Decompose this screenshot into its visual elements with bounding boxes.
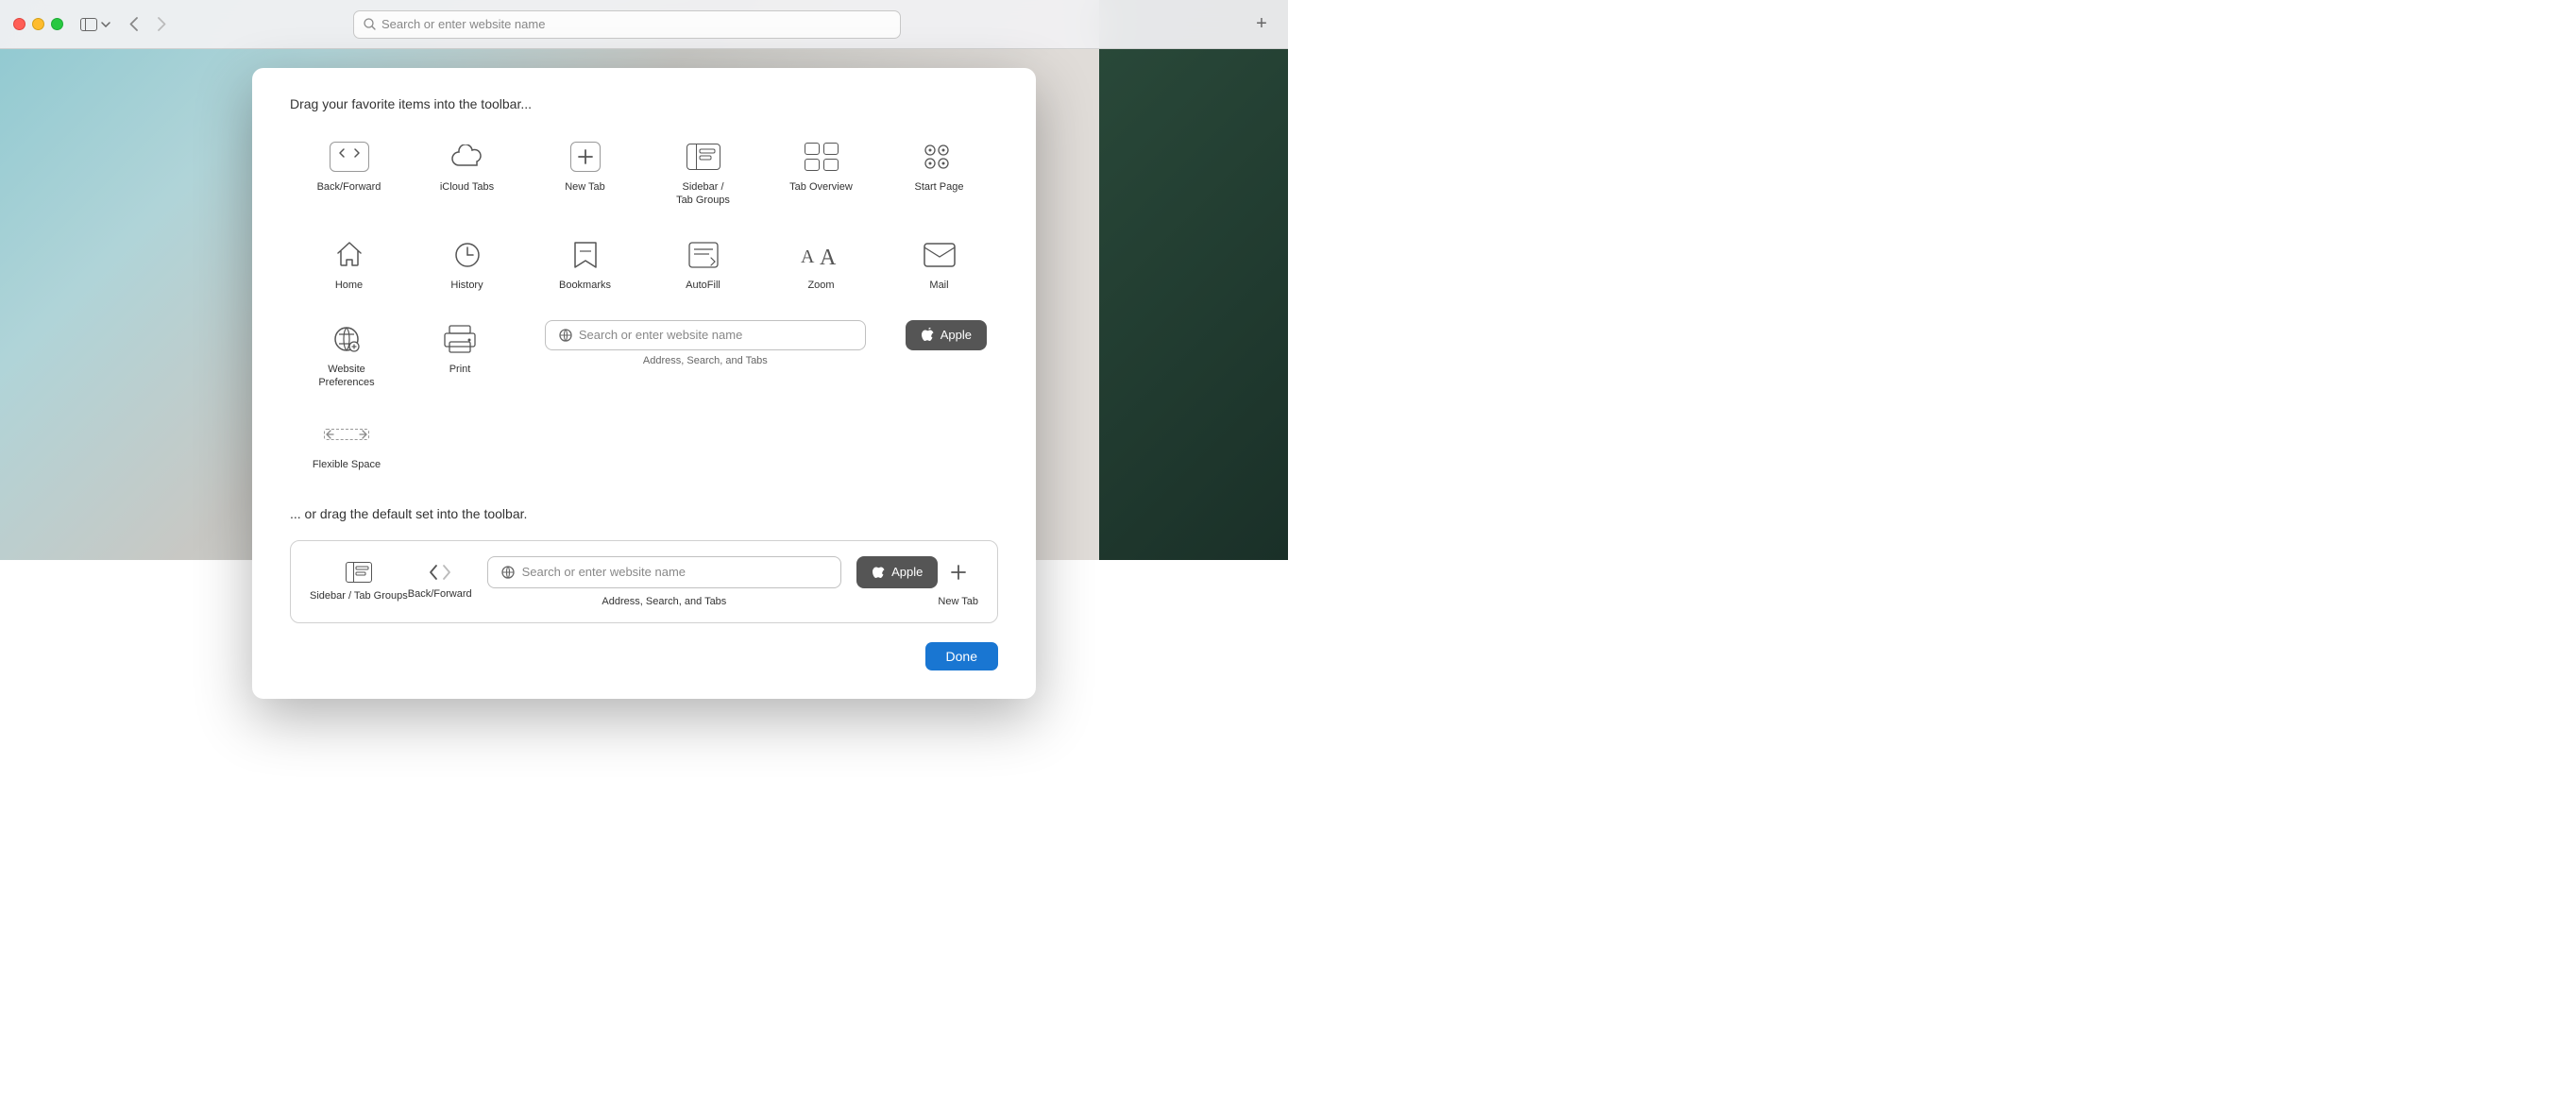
dialog-drag-title: Drag your favorite items into the toolba… bbox=[290, 96, 998, 111]
toolbar-item-icloud-tabs[interactable]: iCloud Tabs bbox=[411, 138, 524, 208]
icloud-icon bbox=[445, 138, 490, 176]
apple-button-item[interactable]: Apple bbox=[906, 320, 987, 350]
svg-text:A: A bbox=[820, 246, 837, 268]
address-bar-placeholder: Search or enter website name bbox=[381, 17, 545, 31]
done-button[interactable]: Done bbox=[925, 642, 998, 670]
toolbar-item-label: Sidebar / Tab Groups bbox=[676, 180, 730, 208]
bookmarks-icon bbox=[563, 236, 608, 274]
default-toolbar-preview: Sidebar / Tab Groups Back/Forward bbox=[290, 540, 998, 623]
toolbar-item-home[interactable]: Home bbox=[293, 236, 406, 292]
default-item-apple[interactable]: Apple Apple bbox=[856, 556, 938, 607]
default-item-label: Sidebar / Tab Groups bbox=[310, 590, 408, 602]
default-globe-icon bbox=[501, 566, 515, 579]
search-icon bbox=[364, 18, 376, 30]
titlebar: Search or enter website name + bbox=[0, 0, 1288, 49]
history-icon bbox=[445, 236, 490, 274]
tab-overview-icon bbox=[799, 138, 844, 176]
toolbar-item-autofill[interactable]: AutoFill bbox=[647, 236, 760, 292]
sidebar-toggle[interactable] bbox=[80, 18, 110, 31]
default-apple-btn[interactable]: Apple bbox=[856, 556, 938, 588]
toolbar-item-mail[interactable]: Mail bbox=[883, 236, 996, 292]
default-item-address[interactable]: Search or enter website name Address, Se… bbox=[487, 556, 842, 607]
toolbar-item-tab-overview[interactable]: Tab Overview bbox=[765, 138, 878, 208]
address-bar[interactable]: Search or enter website name bbox=[353, 10, 901, 39]
default-new-tab-icon bbox=[948, 556, 969, 588]
toolbar-item-label: Bookmarks bbox=[559, 279, 611, 292]
toolbar-item-label: Back/Forward bbox=[317, 180, 381, 194]
website-prefs-icon bbox=[324, 320, 369, 358]
default-item-back-forward[interactable]: Back/Forward bbox=[408, 564, 472, 600]
toolbar-item-start-page[interactable]: Start Page bbox=[883, 138, 996, 208]
default-apple-icon bbox=[872, 565, 885, 580]
toolbar-item-flexible-space[interactable]: Flexible Space bbox=[290, 416, 403, 471]
apple-button-label: Apple bbox=[941, 328, 972, 342]
search-pill-sublabel: Address, Search, and Tabs bbox=[643, 355, 768, 366]
default-item-label: New Tab bbox=[938, 596, 978, 607]
close-button[interactable] bbox=[13, 18, 25, 30]
default-sidebar-icon bbox=[346, 562, 372, 583]
toolbar-item-label: History bbox=[450, 279, 483, 292]
sidebar-icon bbox=[681, 138, 726, 176]
toolbar-item-label: Flexible Space bbox=[313, 458, 381, 471]
search-pill-text: Search or enter website name bbox=[579, 328, 742, 342]
toolbar-item-label: AutoFill bbox=[686, 279, 720, 292]
zoom-icon: A A bbox=[799, 236, 844, 274]
back-button[interactable] bbox=[120, 11, 146, 38]
toolbar-item-new-tab[interactable]: New Tab bbox=[529, 138, 642, 208]
done-row: Done bbox=[290, 642, 998, 670]
traffic-lights bbox=[13, 18, 63, 30]
apple-logo-icon bbox=[921, 328, 934, 343]
maximize-button[interactable] bbox=[51, 18, 63, 30]
default-item-sidebar[interactable]: Sidebar / Tab Groups bbox=[310, 562, 408, 602]
toolbar-item-website-prefs[interactable]: Website Preferences bbox=[290, 320, 403, 390]
toolbar-item-back-forward[interactable]: Back/Forward bbox=[293, 138, 406, 208]
home-icon bbox=[327, 236, 372, 274]
default-item-new-tab[interactable]: New Tab bbox=[938, 556, 978, 607]
toolbar-item-bookmarks[interactable]: Bookmarks bbox=[529, 236, 642, 292]
toolbar-item-label: New Tab bbox=[565, 180, 605, 194]
toolbar-item-label: Website Preferences bbox=[318, 363, 374, 390]
back-forward-icon bbox=[327, 138, 372, 176]
default-search-text: Search or enter website name bbox=[522, 565, 828, 579]
toolbar-item-label: Tab Overview bbox=[789, 180, 853, 194]
toolbar-item-label: Print bbox=[449, 363, 471, 376]
toolbar-item-history[interactable]: History bbox=[411, 236, 524, 292]
customize-toolbar-dialog: Drag your favorite items into the toolba… bbox=[252, 68, 1036, 699]
default-nav-icons bbox=[429, 564, 451, 581]
start-page-icon bbox=[917, 138, 962, 176]
default-item-label: Back/Forward bbox=[408, 588, 472, 600]
toolbar-item-sidebar[interactable]: Sidebar / Tab Groups bbox=[647, 138, 760, 208]
svg-text:A: A bbox=[801, 246, 815, 267]
dialog-default-title: ... or drag the default set into the too… bbox=[290, 506, 998, 521]
flexible-space-icon bbox=[324, 416, 369, 453]
address-search-pill[interactable]: Search or enter website name bbox=[545, 320, 866, 350]
globe-icon bbox=[559, 329, 572, 342]
toolbar-item-label: iCloud Tabs bbox=[440, 180, 494, 194]
new-tab-icon bbox=[563, 138, 608, 176]
toolbar-item-label: Home bbox=[335, 279, 363, 292]
toolbar-item-print[interactable]: Print bbox=[403, 320, 517, 376]
toolbar-item-label: Zoom bbox=[807, 279, 834, 292]
nav-buttons bbox=[120, 11, 175, 38]
toolbar-item-label: Start Page bbox=[915, 180, 964, 194]
autofill-icon bbox=[681, 236, 726, 274]
print-icon bbox=[437, 320, 483, 358]
default-apple-label: Apple bbox=[891, 565, 923, 579]
default-search-pill[interactable]: Search or enter website name bbox=[487, 556, 842, 588]
toolbar-item-label: Mail bbox=[929, 279, 948, 292]
mail-icon bbox=[917, 236, 962, 274]
default-item-label: Address, Search, and Tabs bbox=[602, 596, 726, 607]
minimize-button[interactable] bbox=[32, 18, 44, 30]
toolbar-item-zoom[interactable]: A A Zoom bbox=[765, 236, 878, 292]
forward-button[interactable] bbox=[148, 11, 175, 38]
add-tab-button[interactable]: + bbox=[1248, 11, 1275, 38]
main-content: Drag your favorite items into the toolba… bbox=[0, 49, 1288, 718]
